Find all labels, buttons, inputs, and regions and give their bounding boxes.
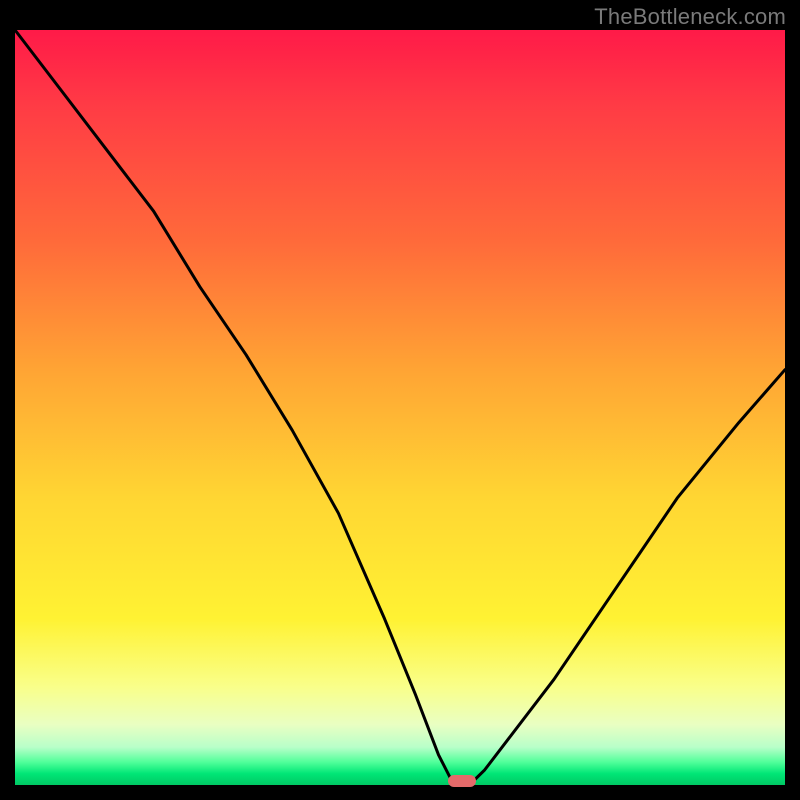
optimum-marker: [448, 775, 476, 787]
curve-path: [15, 30, 785, 785]
bottleneck-curve: [15, 30, 785, 785]
chart-container: TheBottleneck.com: [0, 0, 800, 800]
attribution-text: TheBottleneck.com: [594, 4, 786, 30]
plot-area: [15, 30, 785, 785]
